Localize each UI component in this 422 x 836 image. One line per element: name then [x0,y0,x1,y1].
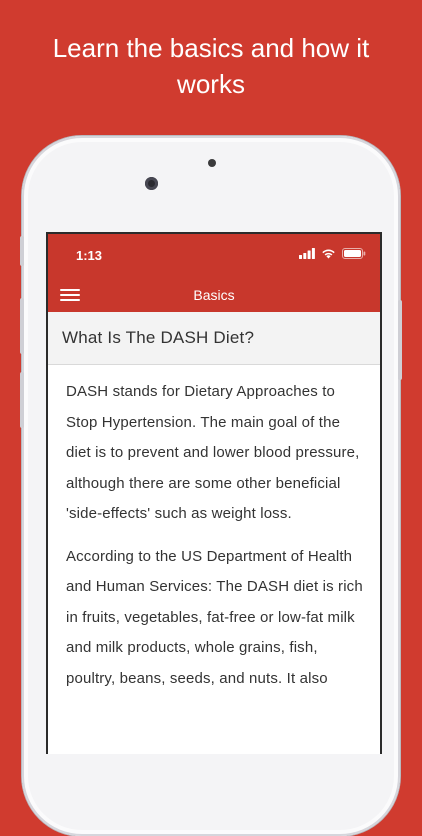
section-header: What Is The DASH Diet? [48,312,380,365]
battery-icon [342,248,366,259]
status-icons [299,248,366,259]
phone-volume-down-button [20,372,24,428]
wifi-icon [322,249,335,259]
status-time: 1:13 [76,248,103,263]
promo-headline-line1: Learn the basics and how it [52,33,370,63]
promo-headline-line2: works [177,69,245,99]
promo-headline: Learn the basics and how it works [0,30,422,102]
cellular-signal-icon [299,248,315,259]
section-title: What Is The DASH Diet? [62,328,255,347]
phone-power-button [398,300,402,380]
phone-speaker [208,159,216,167]
app-bar-title: Basics [193,287,235,303]
app-screen: 1:13 Basics What Is The DASH Diet? DASH … [46,232,382,754]
app-bar: Basics [48,278,380,312]
status-bar: 1:13 [48,234,380,278]
article-paragraph: According to the US Department of Health… [66,547,363,687]
phone-mute-switch [20,236,24,266]
phone-volume-up-button [20,298,24,354]
article-paragraph: DASH stands for Dietary Approaches to St… [66,383,360,522]
article-content: DASH stands for Dietary Approaches to St… [66,377,364,706]
phone-front-camera [145,177,158,190]
